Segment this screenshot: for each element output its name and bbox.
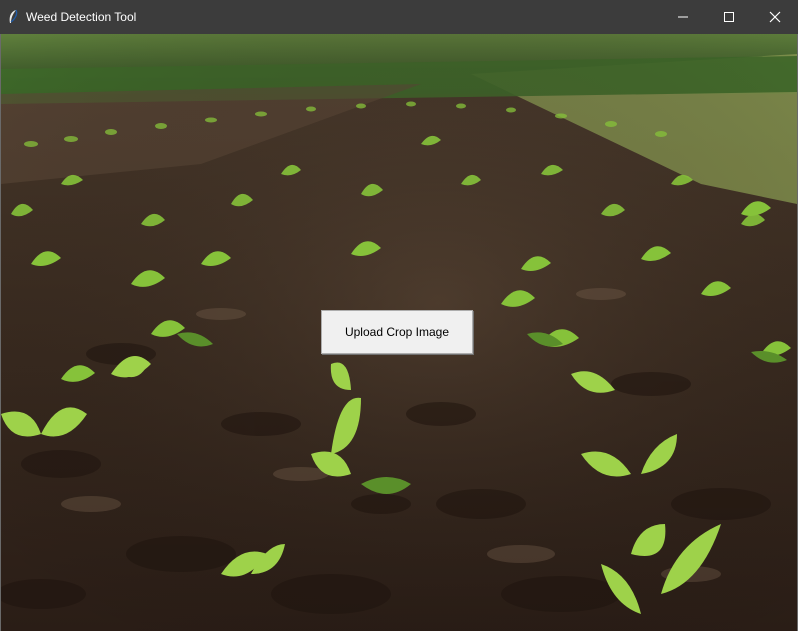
main-canvas: Upload Crop Image xyxy=(0,34,798,631)
minimize-icon xyxy=(678,16,688,18)
close-button[interactable] xyxy=(752,0,798,34)
minimize-button[interactable] xyxy=(660,0,706,34)
window-title: Weed Detection Tool xyxy=(26,10,137,24)
close-icon xyxy=(769,11,781,23)
app-window: Weed Detection Tool Upload Crop Image xyxy=(0,0,798,631)
maximize-button[interactable] xyxy=(706,0,752,34)
feather-icon xyxy=(9,9,18,23)
maximize-icon xyxy=(724,12,734,22)
upload-crop-image-button[interactable]: Upload Crop Image xyxy=(321,310,473,354)
title-bar[interactable]: Weed Detection Tool xyxy=(0,0,798,34)
